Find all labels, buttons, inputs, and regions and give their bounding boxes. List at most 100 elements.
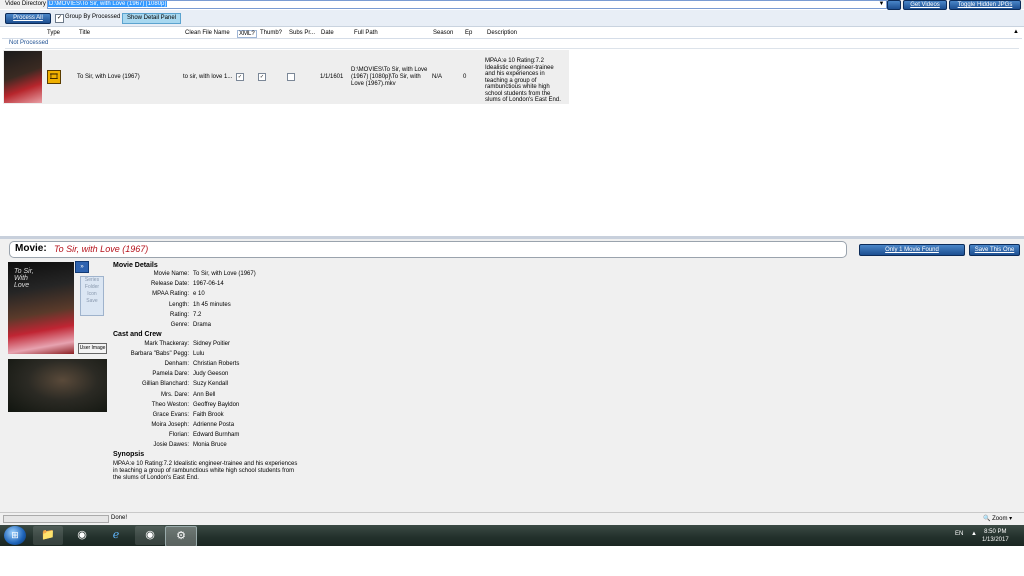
row-season: N/A — [432, 74, 443, 80]
movie-detail-label: Movie Name: — [153, 271, 189, 277]
row-date: 1/1/1601 — [320, 74, 344, 80]
cast-member-label: Moira Joseph: — [151, 421, 189, 428]
cast-member-value: Faith Brook — [193, 411, 224, 418]
column-clean-file-name[interactable]: Clean File Name — [185, 30, 230, 36]
cast-and-crew-heading: Cast and Crew — [113, 331, 162, 338]
language-indicator[interactable]: EN — [955, 531, 963, 537]
grid-header: Type Title Clean File Name XML? Thumb? S… — [2, 28, 1022, 39]
windows-start-icon[interactable]: ⊞ — [4, 526, 26, 545]
movie-detail-value: To Sir, with Love (1967) — [193, 271, 256, 277]
collapse-chevron-icon[interactable]: ▲ — [1013, 29, 1019, 35]
only-one-movie-found-button[interactable]: Only 1 Movie Found — [859, 244, 965, 256]
row-ep: 0 — [463, 74, 467, 80]
column-thumb[interactable]: Thumb? — [260, 30, 282, 36]
column-season[interactable]: Season — [433, 30, 453, 36]
cast-member-value: Lulu — [193, 351, 205, 358]
column-title[interactable]: Title — [79, 30, 90, 36]
save-this-one-button[interactable]: Save This One — [969, 244, 1020, 256]
cast-member-label: Theo Weston: — [151, 401, 189, 408]
column-ep[interactable]: Ep — [465, 30, 472, 36]
zoom-label: Zoom — [992, 516, 1008, 522]
column-date[interactable]: Date — [321, 30, 334, 36]
movie-details-heading: Movie Details — [113, 262, 158, 269]
cast-member-label: Mark Thackeray: — [144, 341, 189, 347]
show-detail-panel-button[interactable]: Show Detail Panel — [122, 13, 181, 24]
cast-member-label: Pamela Dare: — [152, 371, 189, 378]
group-header-not-processed[interactable]: Not Processed — [9, 40, 48, 46]
cast-member-label: Josie Dawes: — [153, 442, 189, 448]
column-xml[interactable]: XML? — [237, 30, 257, 38]
get-videos-button[interactable]: Get Videos — [903, 0, 947, 10]
cast-member-value: Suzy Kendall — [193, 381, 229, 388]
movie-detail-label: Release Date: — [150, 281, 189, 288]
status-bar — [0, 512, 1024, 525]
movie-detail-label: Genre: — [170, 322, 189, 328]
cast-member-value: Sidney Poitier — [193, 341, 231, 347]
zoom-control[interactable]: 🔍 Zoom ▾ — [983, 515, 1012, 522]
clock[interactable]: 8:50 PM 1/13/2017 — [982, 528, 1009, 544]
row-thumb-checkbox[interactable]: ✓ — [258, 73, 266, 81]
movie-detail-label: Rating: — [169, 311, 189, 318]
series-folder-icon-save-button[interactable]: Series Folder Icon Save — [80, 276, 104, 316]
movie-label: Movie: — [15, 243, 47, 254]
user-image-button[interactable]: User Image — [78, 343, 107, 354]
process-all-button[interactable]: Process All — [5, 13, 51, 24]
clock-date: 1/13/2017 — [982, 537, 1009, 543]
internet-explorer-icon[interactable]: ℯ — [101, 526, 131, 545]
cast-member-label: Denham: — [164, 361, 189, 368]
cast-member-value: Ann Bell — [193, 391, 216, 398]
movie-detail-label: Length: — [168, 301, 189, 308]
synopsis-text: MPAA:e 10 Rating:7.2 Idealistic engineer… — [113, 461, 298, 481]
chrome-icon[interactable]: ◉ — [135, 526, 165, 545]
movie-detail-value: 1h 45 minutes — [193, 301, 231, 308]
screen-bottom — [0, 546, 1024, 576]
movie-detail-value: e 10 — [193, 291, 205, 298]
cast-member-value: Monia Bruce — [193, 442, 227, 448]
cast-member-label: Gillian Blanchard: — [141, 381, 189, 388]
cast-member-value: Christian Roberts — [193, 361, 240, 368]
video-directory-label: Video Directory — [5, 1, 46, 7]
group-divider — [5, 48, 1019, 49]
cast-member-value: Geoffrey Bayldon — [193, 401, 240, 408]
row-xml-checkbox[interactable]: ✓ — [236, 73, 244, 81]
directory-dropdown-arrow-icon[interactable]: ▼ — [878, 0, 885, 8]
group-by-processed-checkbox[interactable]: ✓ — [55, 14, 64, 23]
status-text: Done! — [111, 515, 128, 521]
tray-expand-icon[interactable]: ▲ — [971, 531, 977, 537]
video-directory-value: D:\MOVIES\To Sir, with Love (1967) [1080… — [48, 1, 168, 7]
movie-detail-value: 1967-06-14 — [193, 281, 224, 288]
column-description[interactable]: Description — [487, 30, 517, 36]
cast-member-label: Barbara "Babs" Pegg: — [130, 351, 189, 358]
movie-title: To Sir, with Love (1967) — [54, 244, 149, 254]
clock-time: 8:50 PM — [984, 529, 1007, 535]
media-app-icon[interactable]: ⚙ — [165, 526, 197, 547]
row-description: MPAA:e 10 Rating:7.2 Idealistic engineer… — [485, 58, 561, 103]
chrome-icon[interactable]: ◉ — [67, 526, 97, 545]
column-type[interactable]: Type — [47, 30, 60, 36]
movie-thumbnail — [4, 51, 42, 103]
video-directory-input[interactable]: D:\MOVIES\To Sir, with Love (1967) [1080… — [47, 0, 887, 9]
cast-member-label: Mrs. Dare: — [160, 391, 189, 398]
column-full-path[interactable]: Full Path — [354, 30, 378, 36]
movie-detail-value: Drama — [193, 322, 212, 328]
cast-member-label: Grace Evans: — [152, 411, 189, 418]
row-full-path: D:\MOVIES\To Sir, with Love (1967) [1080… — [351, 67, 428, 87]
movie-detail-value: 7.2 — [193, 311, 202, 318]
row-subs-checkbox[interactable] — [287, 73, 295, 81]
cast-member-label: Florian: — [168, 431, 189, 438]
toggle-hidden-jpgs-button[interactable]: Toggle Hidden JPGs — [949, 0, 1021, 10]
cast-member-value: Adrienne Posta — [193, 421, 235, 428]
synopsis-heading: Synopsis — [113, 451, 145, 458]
browse-button[interactable] — [887, 0, 901, 10]
row-clean-file-name: to sir, with love 1... — [183, 74, 233, 80]
poster-arrow-icon[interactable]: » — [75, 261, 89, 273]
cast-member-value: Edward Burnham — [193, 431, 240, 438]
movie-detail-label: MPAA Rating: — [152, 291, 189, 298]
fanart-image[interactable] — [8, 359, 107, 412]
column-subs[interactable]: Subs Pr... — [289, 30, 315, 36]
group-by-processed-label: Group By Processed — [65, 14, 121, 20]
film-icon: 🎞 — [47, 70, 61, 84]
poster-lettering: To Sir, With Love — [14, 268, 34, 289]
progress-bar — [3, 515, 109, 523]
file-explorer-icon[interactable]: 📁 — [33, 526, 63, 545]
